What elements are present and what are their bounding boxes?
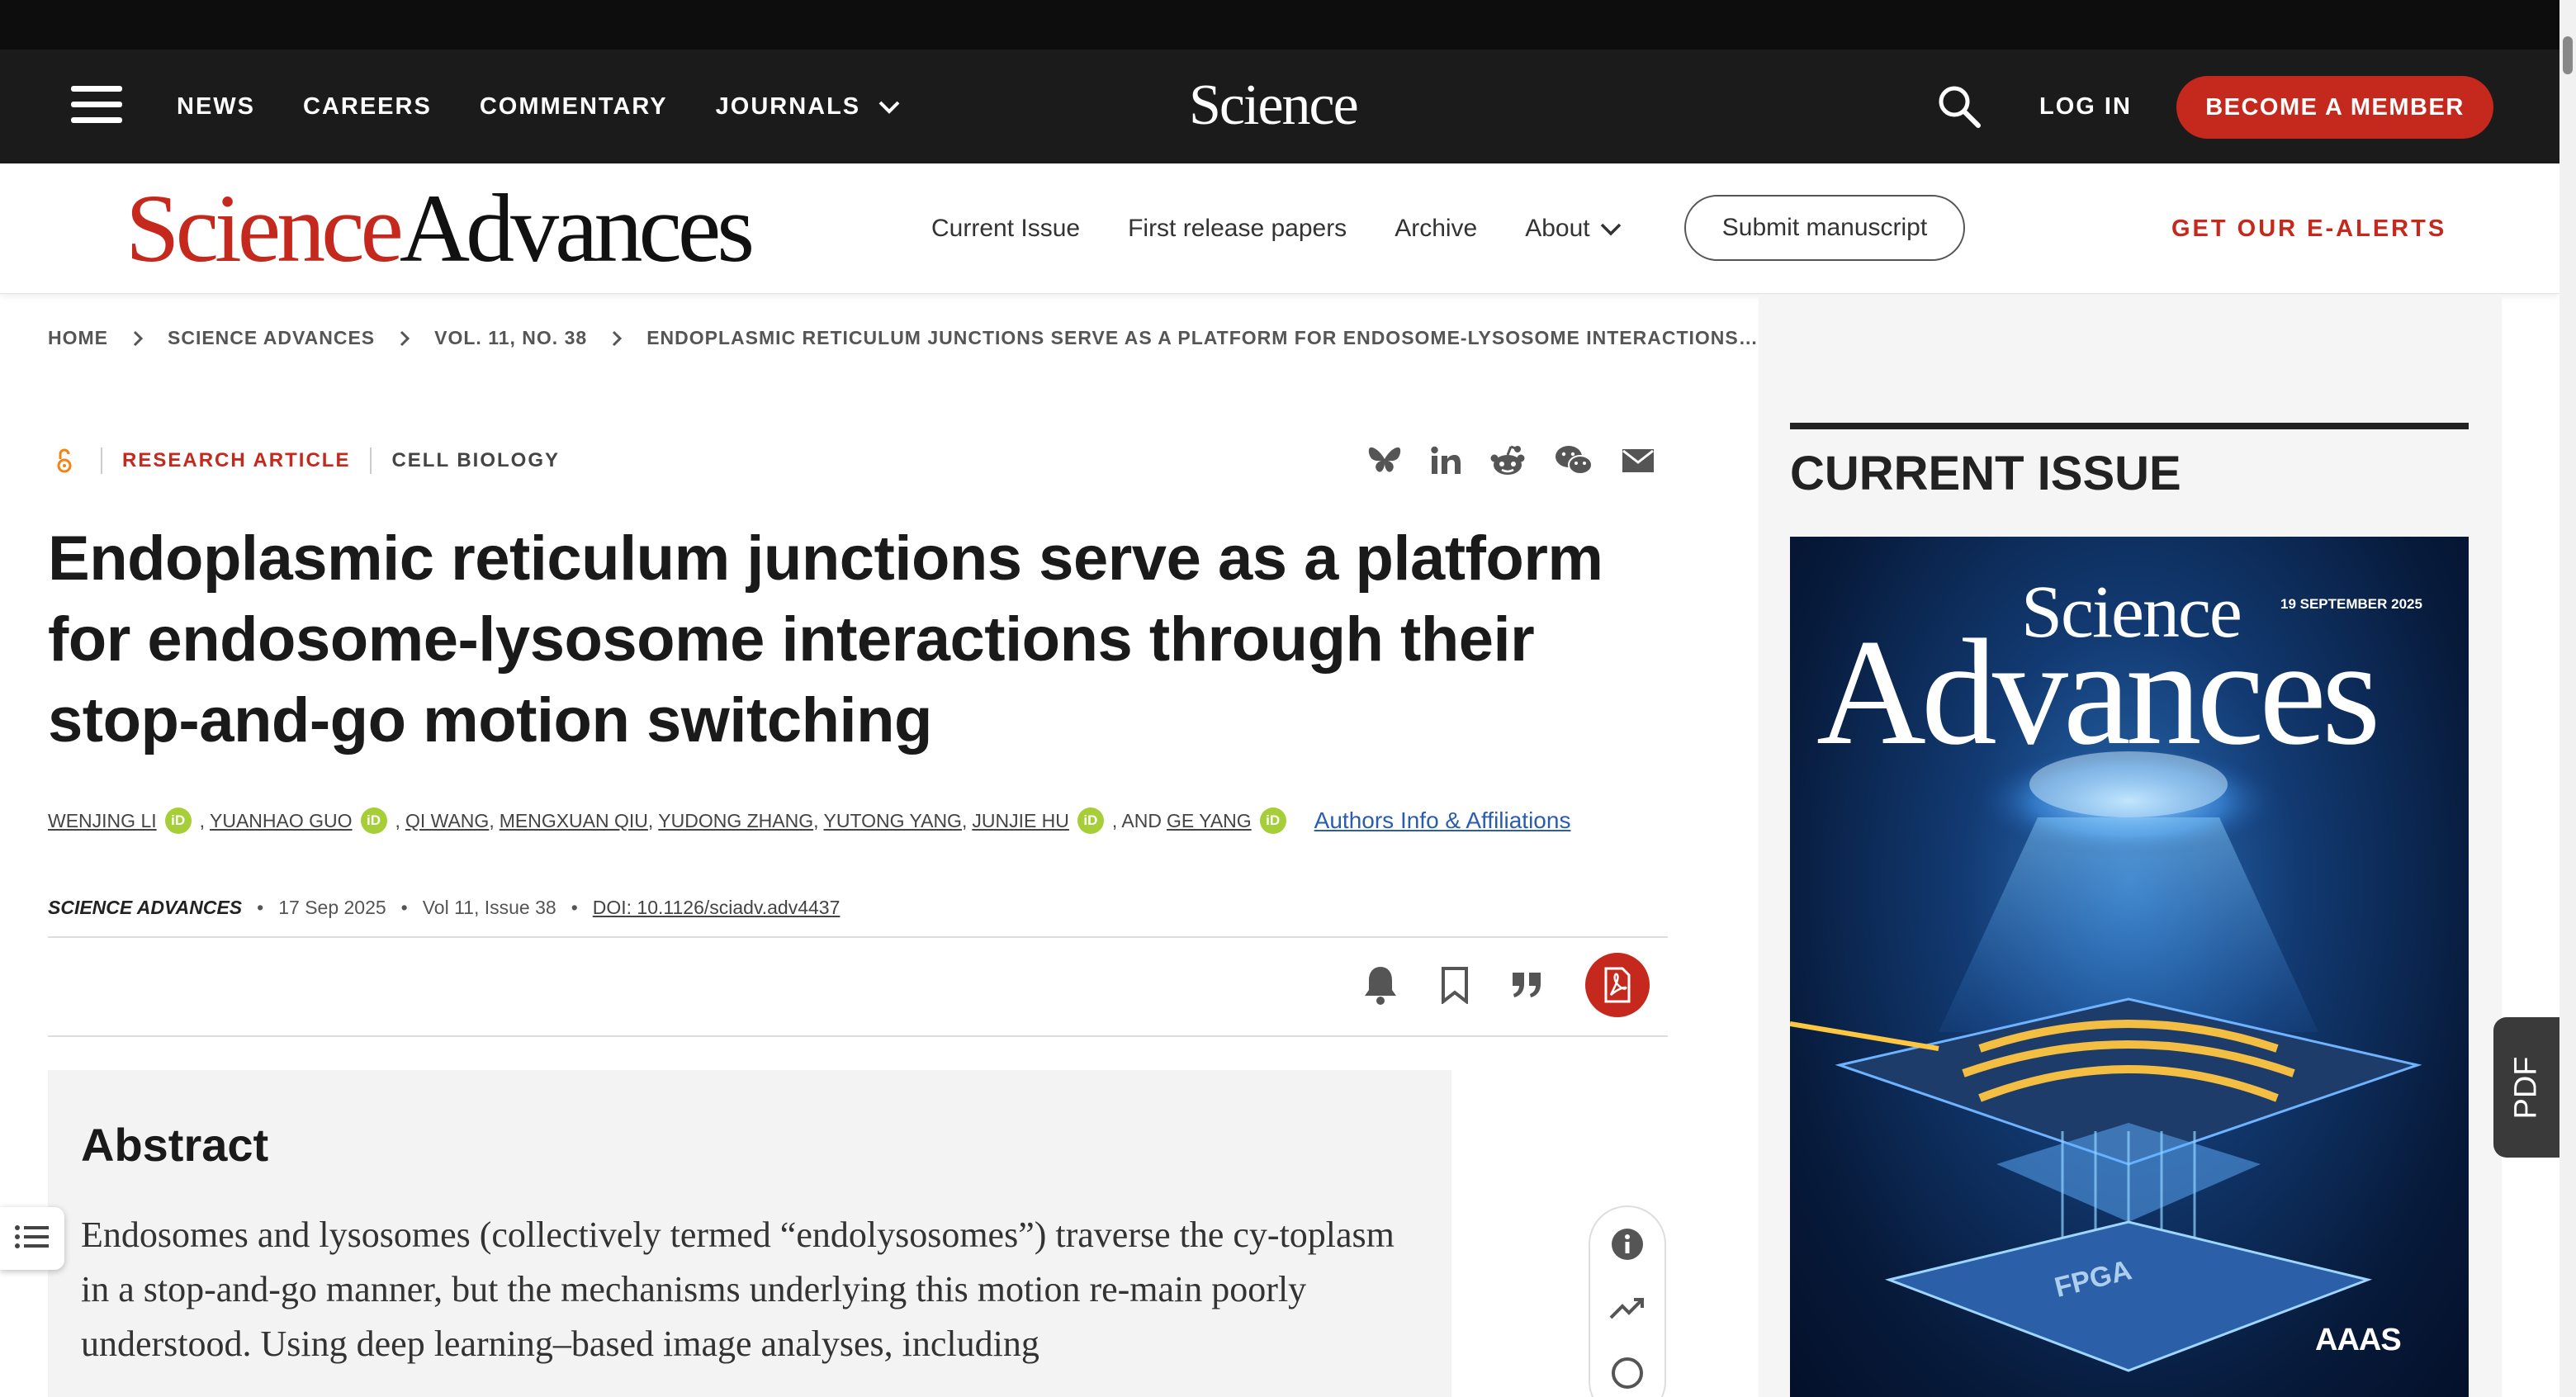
bullet-separator: • [571, 897, 578, 918]
breadcrumb-article: ENDOPLASMIC RETICULUM JUNCTIONS SERVE AS… [646, 327, 1759, 348]
bullet-separator: • [400, 897, 408, 918]
cite-quote-icon[interactable] [1511, 971, 1544, 999]
chevron-right-icon [612, 330, 623, 347]
linkedin-icon[interactable] [1430, 445, 1461, 476]
pdf-side-tab[interactable]: PDF [2493, 1017, 2559, 1158]
nav-about[interactable]: About [1525, 215, 1621, 243]
browser-top-strip [0, 0, 2576, 50]
publication-date: 17 Sep 2025 [278, 897, 386, 918]
article-tools [1362, 953, 1650, 1017]
orcid-icon[interactable]: iD [360, 807, 387, 834]
volume-issue[interactable]: Vol 11, Issue 38 [423, 897, 556, 919]
list-icon [14, 1224, 50, 1253]
nav-journals[interactable]: JOURNALS [716, 93, 901, 121]
author-link[interactable]: YUTONG YANG [824, 810, 962, 832]
bullet-separator: • [257, 897, 264, 918]
journal-nav: Current Issue First release papers Archi… [931, 163, 1669, 294]
chevron-right-icon [133, 330, 143, 347]
authors-and-separator: , AND [1111, 809, 1162, 831]
science-advances-logo[interactable]: ScienceAdvances [125, 180, 755, 277]
nav-journals-label: JOURNALS [715, 92, 861, 120]
article-subject[interactable]: CELL BIOLOGY [391, 449, 560, 472]
author-link[interactable]: JUNJIE HU [972, 810, 1069, 832]
meta-divider [101, 448, 102, 474]
current-issue-cover[interactable]: Science 19 SEPTEMBER 2025 Advances FPGA … [1790, 537, 2469, 1397]
logo-advances-text: Advances [399, 174, 755, 282]
author-list: WENJING LI iD, YUANHAO GUO iD, QI WANG, … [48, 807, 1571, 834]
wechat-icon[interactable] [1554, 444, 1593, 477]
nav-about-label: About [1525, 215, 1590, 242]
abstract-heading: Abstract [81, 1119, 269, 1171]
scrollbar[interactable] [2559, 0, 2576, 1397]
breadcrumb-home[interactable]: HOME [48, 327, 108, 349]
chevron-right-icon [400, 330, 410, 347]
metrics-trend-icon[interactable] [1609, 1296, 1646, 1321]
science-logo[interactable]: Science [1189, 73, 1359, 139]
table-of-contents-toggle[interactable] [0, 1207, 64, 1270]
journal-name: SCIENCE ADVANCES [48, 897, 243, 918]
open-access-icon [48, 448, 81, 474]
orcid-icon[interactable]: iD [1077, 807, 1104, 834]
journal-header: ScienceAdvances Current Issue First rele… [0, 163, 2559, 294]
authors-affiliations-link[interactable]: Authors Info & Affiliations [1314, 807, 1571, 834]
bluesky-icon[interactable] [1367, 445, 1402, 476]
publication-info: SCIENCE ADVANCES • 17 Sep 2025 • Vol 11,… [48, 897, 840, 919]
author-link[interactable]: WENJING LI [48, 810, 157, 832]
abstract-section: Abstract Endosomes and lysosomes (collec… [48, 1070, 1451, 1397]
hamburger-menu-icon[interactable] [71, 86, 122, 124]
top-nav: NEWS CAREERS COMMENTARY JOURNALS [177, 50, 948, 163]
bell-icon[interactable] [1362, 964, 1399, 1006]
author-link[interactable]: YUDONG ZHANG [658, 810, 813, 832]
article-side-tools [1589, 1205, 1666, 1397]
article-meta-row: RESEARCH ARTICLE CELL BIOLOGY [48, 448, 560, 474]
cover-advances-text: Advances [1816, 608, 2380, 776]
current-issue-rule [1790, 423, 2469, 429]
share-icons [1367, 444, 1683, 477]
current-issue-heading: CURRENT ISSUE [1790, 447, 2181, 500]
bookmark-icon[interactable] [1440, 966, 1470, 1004]
doi-link[interactable]: DOI: 10.1126/sciadv.adv4437 [593, 897, 841, 919]
pdf-download-icon[interactable] [1585, 953, 1650, 1017]
orcid-icon[interactable]: iD [1259, 807, 1286, 834]
search-icon[interactable] [1937, 84, 1982, 133]
author-link[interactable]: QI WANG [405, 810, 489, 832]
info-icon[interactable] [1610, 1227, 1645, 1262]
divider [48, 1035, 1668, 1037]
nav-archive[interactable]: Archive [1395, 215, 1477, 243]
pdf-side-tab-label: PDF [2508, 1056, 2544, 1119]
nav-news[interactable]: NEWS [177, 93, 255, 121]
breadcrumb-issue[interactable]: VOL. 11, NO. 38 [434, 327, 587, 349]
nav-current-issue[interactable]: Current Issue [931, 215, 1080, 243]
scrollbar-thumb[interactable] [2563, 36, 2573, 74]
chevron-down-icon [1600, 215, 1622, 243]
author-link[interactable]: GE YANG [1167, 810, 1252, 832]
breadcrumb-journal[interactable]: SCIENCE ADVANCES [168, 327, 375, 349]
logo-science-text: Science [125, 174, 404, 282]
nav-first-release[interactable]: First release papers [1128, 215, 1347, 243]
orcid-icon[interactable]: iD [164, 807, 192, 834]
e-alerts-link[interactable]: GET OUR E-ALERTS [2171, 163, 2446, 294]
chevron-down-icon [878, 93, 900, 121]
abstract-text: Endosomes and lysosomes (collectively te… [81, 1215, 1395, 1364]
article-title: Endoplasmic reticulum junctions serve as… [48, 523, 1603, 755]
share-circle-icon[interactable] [1610, 1356, 1645, 1390]
author-link[interactable]: YUANHAO GUO [210, 810, 353, 832]
cover-aaas-logo: AAAS [2315, 1323, 2402, 1357]
become-member-button[interactable]: BECOME A MEMBER [2176, 76, 2493, 139]
nav-commentary[interactable]: COMMENTARY [480, 93, 668, 121]
submit-manuscript-button[interactable]: Submit manuscript [1684, 195, 1965, 261]
meta-divider [370, 448, 372, 474]
login-link[interactable]: LOG IN [2039, 50, 2132, 163]
author-link[interactable]: MENGXUAN QIU [500, 810, 648, 832]
email-icon[interactable] [1622, 448, 1655, 473]
nav-careers[interactable]: CAREERS [303, 93, 432, 121]
article-type: RESEARCH ARTICLE [122, 449, 351, 471]
reddit-icon[interactable] [1489, 444, 1526, 477]
breadcrumb: HOME SCIENCE ADVANCES VOL. 11, NO. 38 EN… [48, 327, 1759, 349]
site-header: NEWS CAREERS COMMENTARY JOURNALS Science… [0, 50, 2559, 163]
divider [48, 936, 1668, 938]
